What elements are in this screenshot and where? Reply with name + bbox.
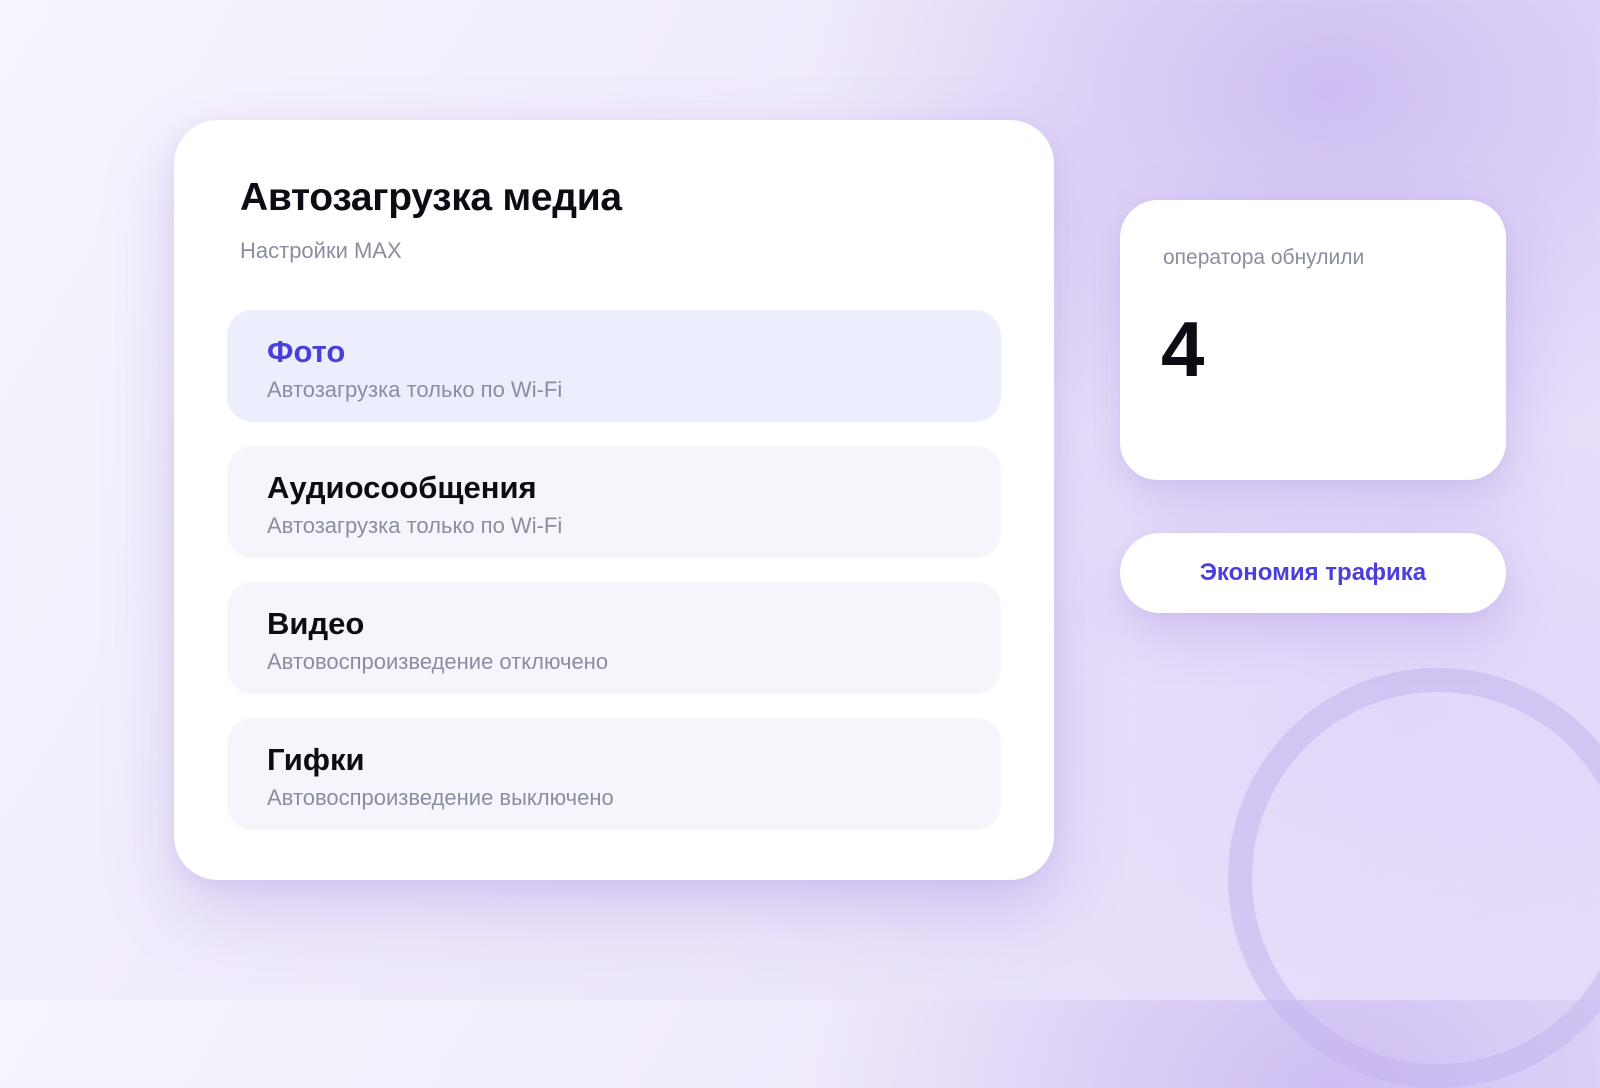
setting-item-title: Видео [267, 606, 365, 641]
setting-item-description: Автовоспроизведение выключено [267, 785, 614, 810]
setting-item-description: Автозагрузка только по Wi-Fi [267, 513, 563, 538]
setting-item-title: Фото [267, 334, 346, 369]
setting-item-photo[interactable]: Фото Автозагрузка только по Wi-Fi [227, 310, 1001, 422]
settings-list: Фото Автозагрузка только по Wi-Fi Аудиос… [227, 310, 1001, 854]
setting-item-description: Автовоспроизведение отключено [267, 649, 609, 674]
stat-label: оператора обнулили [1163, 246, 1365, 269]
setting-item-voice-messages[interactable]: Аудиосообщения Автозагрузка только по Wi… [227, 446, 1001, 558]
setting-item-title: Гифки [267, 742, 365, 777]
stat-card: оператора обнулили 4 [1120, 200, 1506, 480]
setting-item-title: Аудиосообщения [267, 470, 537, 505]
stat-value: 4 [1161, 305, 1205, 393]
setting-item-video[interactable]: Видео Автовоспроизведение отключено [227, 582, 1001, 694]
page-title: Автозагрузка медиа [240, 176, 622, 219]
page-subtitle: Настройки MAX [240, 238, 402, 263]
setting-item-description: Автозагрузка только по Wi-Fi [267, 377, 563, 402]
traffic-saving-button[interactable]: Экономия трафика [1120, 533, 1506, 613]
decorative-ring [1228, 668, 1600, 1088]
media-autoload-card: Автозагрузка медиа Настройки MAX Фото Ав… [174, 120, 1054, 880]
setting-item-gifs[interactable]: Гифки Автовоспроизведение выключено [227, 718, 1001, 830]
